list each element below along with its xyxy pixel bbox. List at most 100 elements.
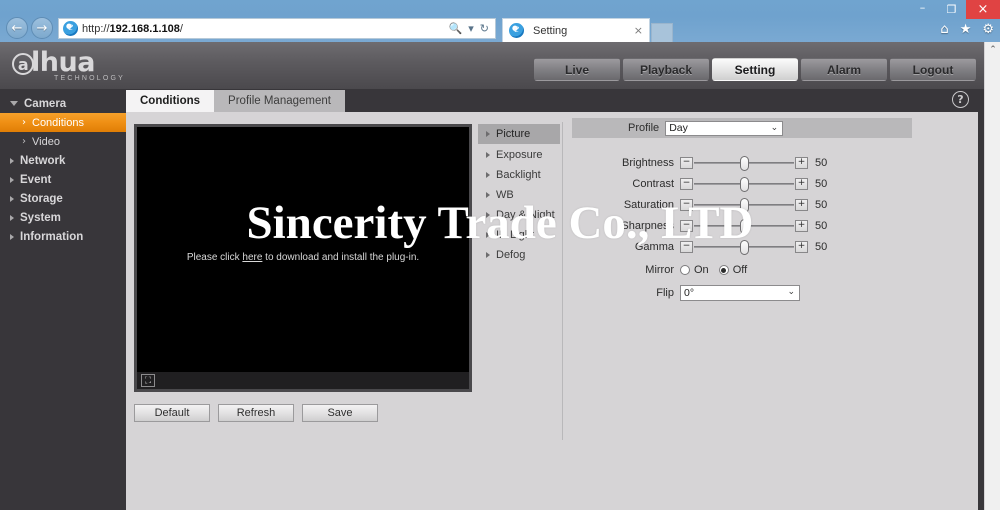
brightness-increment-button[interactable]: + [795,156,808,169]
contrast-slider[interactable] [694,176,794,192]
nav-setting[interactable]: Setting [712,58,798,81]
address-bar[interactable]: http://192.168.1.108/ 🔍 ▾ ↻ [58,18,496,39]
sharpness-label: Sharpness [621,219,674,232]
browser-toolbar-icons: ⌂ ★ ⚙ [940,23,994,36]
submenu-item-ir-light[interactable]: IR Light [478,225,560,245]
mirror-off-radio[interactable] [718,265,729,275]
saturation-decrement-button[interactable]: − [680,198,693,211]
favorites-star-icon[interactable]: ★ [960,23,972,36]
slider-thumb[interactable] [740,197,749,213]
triangle-right-icon [10,157,14,164]
plugin-message-suffix: to download and install the plug-in. [262,252,420,263]
saturation-increment-button[interactable]: + [795,198,808,211]
sidebar-item-storage[interactable]: Storage [0,189,126,208]
triangle-right-icon [486,192,490,198]
back-arrow-icon[interactable]: ← [6,17,28,39]
submenu-label-day-night: Day & Night [496,209,555,221]
save-button[interactable]: Save [302,404,378,422]
default-button[interactable]: Default [134,404,210,422]
gamma-slider[interactable] [694,239,794,255]
help-icon[interactable]: ? [952,91,969,108]
sidebar-label-storage: Storage [20,192,63,205]
tab-close-icon[interactable]: × [634,24,643,37]
chevron-right-icon: › [22,116,26,128]
sharpness-slider[interactable] [694,218,794,234]
nav-logout[interactable]: Logout [890,58,976,81]
gamma-label: Gamma [634,240,674,253]
page-scrollbar[interactable]: ⌃ [984,42,1000,510]
chevron-down-icon: ⌄ [770,122,779,133]
fullscreen-icon[interactable]: ⛶ [141,374,155,387]
refresh-button[interactable]: Refresh [218,404,294,422]
sidebar-item-conditions[interactable]: › Conditions [0,113,126,132]
sidebar-item-video[interactable]: › Video [0,132,126,151]
flip-select[interactable]: 0° ⌄ [680,285,800,301]
url-suffix: / [179,22,183,35]
chevron-down-icon[interactable]: ▾ [468,22,474,35]
chevron-down-icon: ⌄ [787,287,795,297]
profile-select[interactable]: Day ⌄ [665,120,784,136]
mirror-on-radio[interactable] [680,265,690,275]
saturation-label: Saturation [623,198,674,211]
submenu-item-defog[interactable]: Defog [478,245,560,265]
web-page: a lhua TECHNOLOGY Live Playback Setting A… [0,42,1000,510]
video-toolbar: ⛶ [137,372,469,389]
gamma-decrement-button[interactable]: − [680,240,693,253]
triangle-right-icon [486,212,490,218]
sidebar-item-network[interactable]: Network [0,151,126,170]
brightness-decrement-button[interactable]: − [680,156,693,169]
home-icon[interactable]: ⌂ [940,23,948,36]
submenu-label-ir-light: IR Light [496,229,534,241]
submenu-item-picture[interactable]: Picture [478,124,560,144]
sidebar-label-information: Information [20,230,84,243]
nav-live[interactable]: Live [534,58,620,81]
refresh-icon[interactable]: ↻ [480,22,489,35]
window-controls: – ❐ × [908,0,1000,19]
sidebar-item-information[interactable]: Information [0,227,126,246]
close-button[interactable]: × [966,0,1000,19]
search-icon[interactable]: 🔍 [449,22,463,35]
sharpness-increment-button[interactable]: + [795,219,808,232]
content-tabs: Conditions Profile Management ? [126,89,984,112]
plugin-download-link[interactable]: here [242,252,262,263]
tab-conditions[interactable]: Conditions [126,90,215,112]
nav-alarm[interactable]: Alarm [801,58,887,81]
slider-thumb[interactable] [740,176,749,192]
new-tab-button[interactable] [651,23,673,42]
gamma-increment-button[interactable]: + [795,240,808,253]
contrast-value: 50 [815,177,828,190]
mirror-row: Mirror On Off [572,260,912,280]
slider-thumb[interactable] [740,218,749,234]
sharpness-decrement-button[interactable]: − [680,219,693,232]
triangle-down-icon [10,101,18,106]
submenu-item-wb[interactable]: WB [478,185,560,205]
triangle-right-icon [10,214,14,221]
brightness-row: Brightness − + 50 [572,152,912,173]
saturation-slider[interactable] [694,197,794,213]
sidebar-item-camera[interactable]: Camera [0,94,126,113]
tab-setting[interactable]: Setting × [502,18,650,42]
minimize-button[interactable]: – [908,0,937,19]
slider-thumb[interactable] [740,239,749,255]
submenu-item-exposure[interactable]: Exposure [478,145,560,165]
slider-thumb[interactable] [740,155,749,171]
saturation-row: Saturation − + 50 [572,194,912,215]
scroll-up-arrow-icon[interactable]: ⌃ [985,42,1000,58]
sidebar-item-system[interactable]: System [0,208,126,227]
contrast-increment-button[interactable]: + [795,177,808,190]
gear-icon[interactable]: ⚙ [982,23,994,36]
contrast-decrement-button[interactable]: − [680,177,693,190]
brightness-slider[interactable] [694,155,794,171]
submenu-item-day-night[interactable]: Day & Night [478,205,560,225]
video-preview-frame: Please click here to download and instal… [134,124,472,392]
profile-value: Day [669,122,688,134]
triangle-right-icon [10,176,14,183]
sidebar-item-event[interactable]: Event [0,170,126,189]
sidebar-label-system: System [20,211,61,224]
video-preview[interactable]: Please click here to download and instal… [137,127,469,389]
nav-playback[interactable]: Playback [623,58,709,81]
tab-profile-management[interactable]: Profile Management [214,90,345,112]
maximize-button[interactable]: ❐ [937,0,966,19]
submenu-item-backlight[interactable]: Backlight [478,165,560,185]
forward-arrow-icon[interactable]: → [31,17,53,39]
